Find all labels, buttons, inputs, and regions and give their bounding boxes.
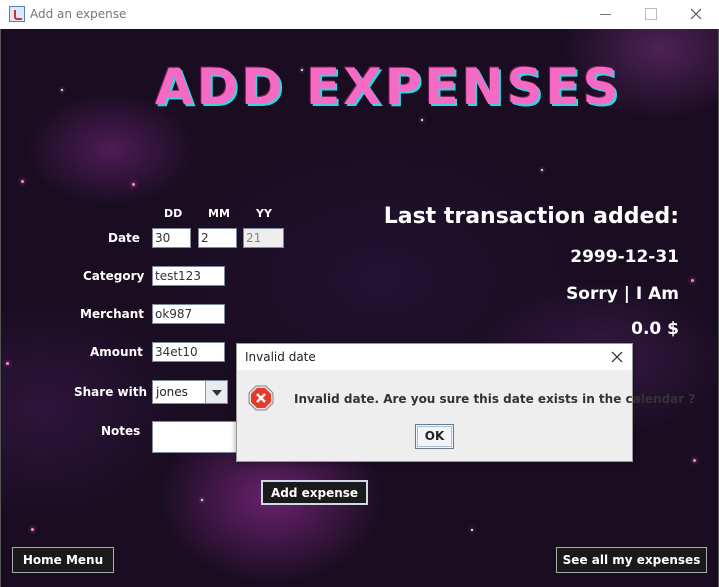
star-decoration [31, 528, 34, 531]
dd-header: DD [164, 207, 183, 220]
star-decoration [471, 529, 473, 531]
last-transaction-heading: Last transaction added: [383, 204, 679, 229]
yy-header: YY [256, 207, 272, 220]
dialog-message: Invalid date. Are you sure this date exi… [294, 392, 696, 406]
last-transaction-merchant: Sorry | I Am [566, 284, 679, 304]
month-field[interactable]: 2 [198, 228, 237, 248]
maximize-button[interactable] [628, 0, 674, 29]
chevron-down-icon[interactable] [205, 381, 227, 403]
minimize-button[interactable] [582, 0, 628, 29]
date-label: Date [108, 231, 140, 245]
star-decoration [201, 499, 203, 501]
category-label: Category [83, 269, 145, 283]
window-title: Add an expense [30, 7, 127, 21]
star-decoration [61, 89, 63, 91]
add-expense-button[interactable]: Add expense [261, 480, 368, 505]
notes-label: Notes [101, 424, 141, 438]
year-field[interactable]: 21 [243, 228, 284, 248]
merchant-label: Merchant [80, 307, 145, 321]
star-decoration [421, 119, 423, 121]
star-decoration [21, 180, 24, 183]
category-field[interactable]: test123 [152, 266, 225, 286]
last-transaction-amount: 0.0 $ [631, 319, 679, 339]
share-with-value: jones [156, 385, 188, 399]
dialog-close-button[interactable] [610, 349, 626, 365]
home-menu-button[interactable]: Home Menu [12, 547, 114, 573]
star-decoration [6, 362, 9, 365]
day-field[interactable]: 30 [152, 228, 191, 248]
dialog-titlebar: Invalid date [237, 344, 632, 370]
java-app-icon [9, 6, 25, 22]
last-transaction-date: 2999-12-31 [570, 247, 679, 267]
share-with-select[interactable]: jones [152, 380, 228, 404]
close-icon [690, 8, 702, 20]
amount-field[interactable]: 34et10 [152, 342, 225, 362]
page-title: ADD EXPENSES [155, 58, 622, 116]
star-decoration [691, 279, 694, 282]
star-decoration [132, 183, 135, 186]
window-titlebar: Add an expense [0, 0, 719, 29]
mm-header: MM [208, 207, 230, 220]
see-all-expenses-button[interactable]: See all my expenses [556, 547, 707, 573]
star-decoration [693, 459, 696, 462]
error-icon [248, 385, 274, 411]
ok-button[interactable]: OK [415, 424, 454, 449]
star-decoration [541, 169, 543, 171]
close-icon [611, 351, 623, 363]
notes-field[interactable] [152, 421, 242, 453]
window-close-button[interactable] [673, 0, 719, 29]
merchant-field[interactable]: ok987 [152, 304, 225, 324]
dialog-title: Invalid date [245, 350, 316, 364]
invalid-date-dialog: Invalid date Invalid date. Are you sure … [236, 343, 695, 462]
share-with-label: Share with [74, 385, 147, 399]
amount-label: Amount [90, 345, 143, 359]
